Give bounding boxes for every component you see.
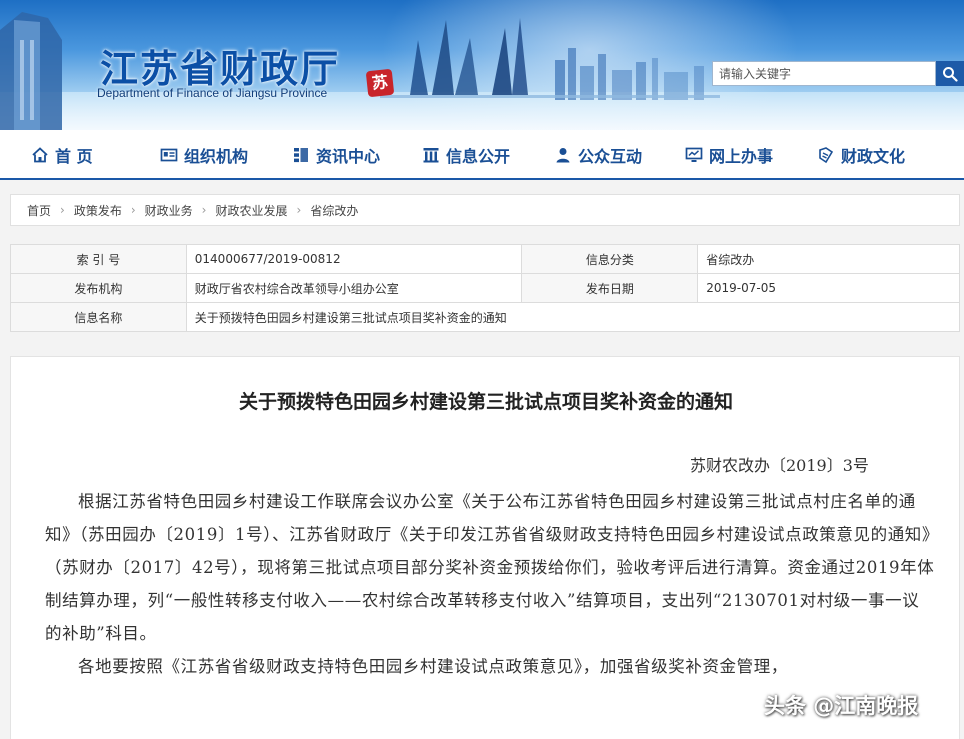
search-button[interactable] [936,61,964,86]
nav-item-news[interactable]: 资讯中心 [292,130,380,180]
nav-item-organization[interactable]: 组织机构 [160,130,248,180]
breadcrumb-link-agriculture[interactable]: 财政农业发展 [215,202,287,219]
header-banner: 江苏省财政厅 Department of Finance of Jiangsu … [0,0,964,130]
nav-label: 信息公开 [446,147,511,166]
main-nav: 首 页 组织机构 资讯中心 信息公开 公众互动 网上办事 财政文化 [0,130,964,180]
breadcrumb-link-policy[interactable]: 政策发布 [74,202,122,219]
chevron-right-icon: › [201,203,207,217]
breadcrumb-link-reform-office[interactable]: 省综改办 [310,202,358,219]
category-label: 信息分类 [521,244,699,274]
article-paragraph: 各地要按照《江苏省省级财政支持特色田园乡村建设试点政策意见》，加强省级奖补资金管… [78,657,788,676]
nav-item-disclosure[interactable]: 信息公开 [422,130,510,180]
publisher-value: 财政厅省农村综合改革领导小组办公室 [185,273,523,303]
home-icon [32,147,48,163]
table-row: 信息名称 关于预拨特色田园乡村建设第三批试点项目奖补资金的通知 [10,302,961,332]
table-row: 发布机构 财政厅省农村综合改革领导小组办公室 发布日期 2019-07-05 [10,273,960,303]
table-row: 索 引 号 014000677/2019-00812 信息分类 省综改办 [10,244,960,274]
seal-logo: 苏 [365,68,395,98]
name-label: 信息名称 [10,302,187,332]
chevron-right-icon: › [296,203,302,217]
nav-label: 财政文化 [841,147,906,166]
chevron-right-icon: › [60,203,65,217]
book-icon [819,147,834,164]
nav-label: 资讯中心 [316,147,381,166]
name-value: 关于预拨特色田园乡村建设第三批试点项目奖补资金的通知 [185,302,961,332]
breadcrumb-link-finance-business[interactable]: 财政业务 [145,202,193,219]
nav-item-culture[interactable]: 财政文化 [817,130,905,180]
chevron-right-icon: › [130,203,136,217]
nav-label: 公众互动 [578,147,643,166]
nav-item-home[interactable]: 首 页 [31,130,93,180]
breadcrumb: 首页 › 政策发布 › 财政业务 › 财政农业发展 › 省综改办 [10,194,960,226]
nav-label: 网上办事 [709,147,774,166]
pillars-icon [423,148,439,163]
date-value: 2019-07-05 [697,273,960,303]
nav-item-interaction[interactable]: 公众互动 [554,130,642,180]
search-input[interactable] [712,61,936,86]
search-icon [943,66,958,82]
user-icon [556,148,570,163]
article-paragraph: 根据江苏省特色田园乡村建设工作联席会议办公室《关于公布江苏省特色田园乡村建设第三… [45,492,935,643]
id-card-icon [160,148,178,162]
site-subtitle: Department of Finance of Jiangsu Provinc… [97,86,328,100]
nav-label: 组织机构 [184,147,249,166]
monitor-icon [685,147,703,162]
category-value: 省综改办 [697,244,960,274]
breadcrumb-link-home[interactable]: 首页 [27,202,51,219]
nav-item-online-service[interactable]: 网上办事 [685,130,773,180]
watermark-text: 头条 @江南晚报 [764,694,919,718]
list-icon [294,148,308,163]
index-label: 索 引 号 [10,244,187,274]
document-number: 苏财农改办〔2019〕3号 [690,456,869,475]
article-body: 根据江苏省特色田园乡村建设工作联席会议办公室《关于公布江苏省特色田园乡村建设第三… [45,485,935,683]
nav-label: 首 页 [55,147,93,166]
date-label: 发布日期 [521,273,699,303]
publisher-label: 发布机构 [10,273,187,303]
index-value: 014000677/2019-00812 [185,244,523,274]
site-title: 江苏省财政厅 [100,46,341,91]
article-content: 关于预拨特色田园乡村建设第三批试点项目奖补资金的通知 苏财农改办〔2019〕3号… [10,356,960,739]
article-title: 关于预拨特色田园乡村建设第三批试点项目奖补资金的通知 [238,391,733,413]
info-table: 索 引 号 014000677/2019-00812 信息分类 省综改办 发布机… [10,244,961,332]
